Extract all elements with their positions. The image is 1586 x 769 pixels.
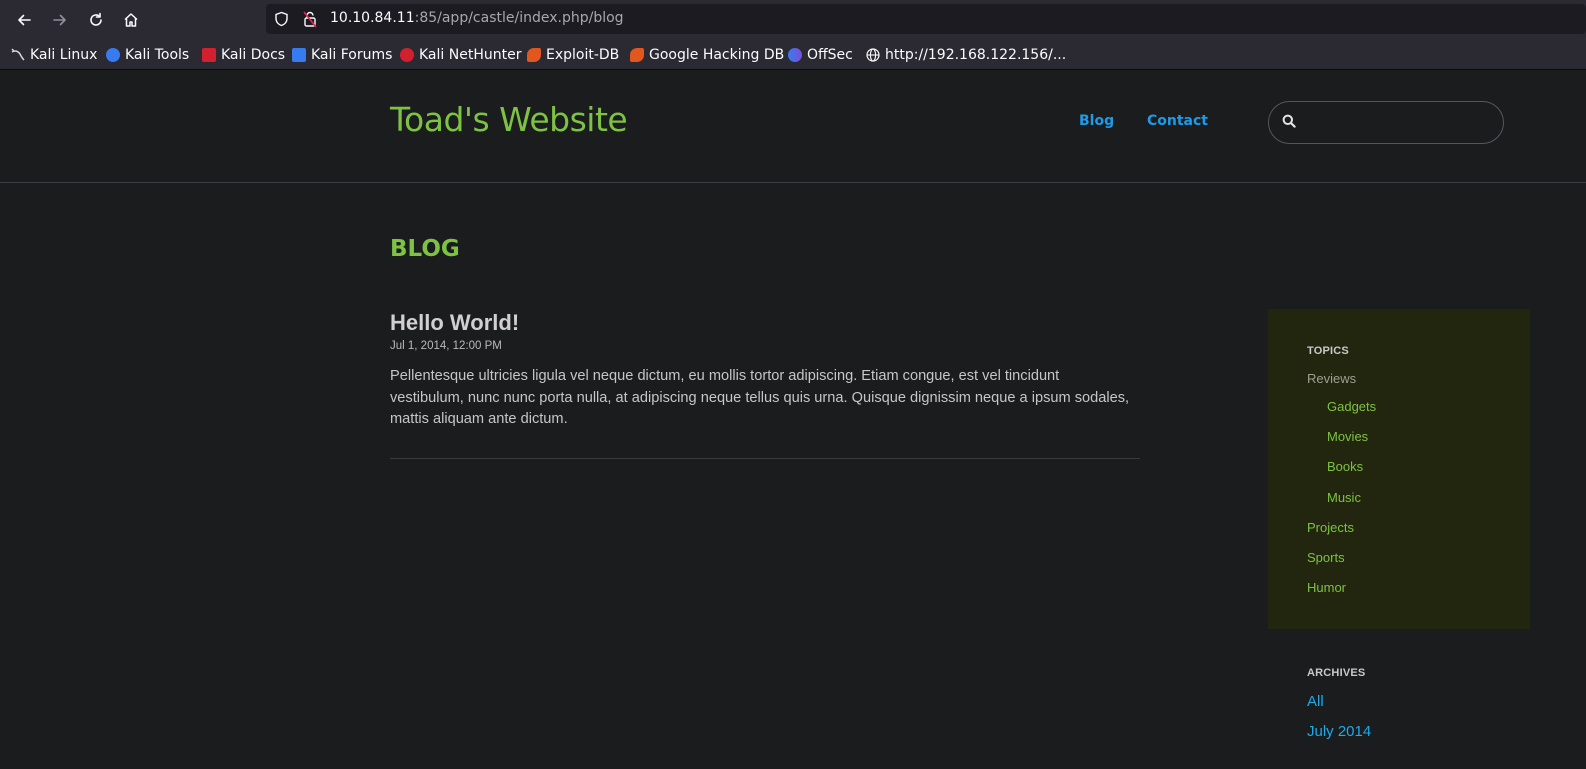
post-body: Pellentesque ultricies ligula vel neque … (390, 368, 1130, 428)
url-path: :85/app/castle/index.php/blog (414, 10, 624, 26)
topic-link-books[interactable]: Books (1327, 459, 1363, 474)
tracking-protection-shield-icon[interactable] (274, 11, 289, 31)
arrow-right-icon (53, 14, 66, 26)
url-host: 10.10.84.11 (330, 10, 415, 26)
exploit-db-icon (527, 48, 541, 62)
nav-contact-link[interactable]: Contact (1147, 113, 1208, 129)
topic-link-humor[interactable]: Humor (1307, 580, 1346, 595)
bookmark-label: Kali Tools (125, 47, 190, 63)
site-title-link[interactable]: Toad's Website (390, 100, 628, 139)
bookmark-exploit-db[interactable]: Exploit-DB (527, 45, 619, 65)
back-button[interactable] (12, 8, 36, 32)
bookmark-label: Google Hacking DB (649, 47, 785, 63)
archives-heading: ARCHIVES (1307, 667, 1366, 679)
topic-link-sports[interactable]: Sports (1307, 550, 1345, 565)
search-box[interactable] (1268, 101, 1504, 144)
bookmark-label: OffSec (807, 47, 853, 63)
bookmark-offsec[interactable]: OffSec (788, 45, 853, 65)
browser-toolbar: 10.10.84.11:85/app/castle/index.php/blog (0, 0, 1586, 39)
bookmark-kali-forums[interactable]: Kali Forums (292, 45, 392, 65)
bookmark-kali-linux[interactable]: Kali Linux (11, 45, 97, 65)
site-header: Toad's Website Blog Contact (0, 70, 1586, 183)
page-heading: BLOG (390, 236, 460, 262)
insecure-lock-icon[interactable] (302, 10, 318, 32)
kali-forums-icon (292, 48, 306, 62)
search-icon[interactable] (1282, 114, 1296, 133)
topic-link-movies[interactable]: Movies (1327, 429, 1368, 444)
bookmark-google-hacking-db[interactable]: Google Hacking DB (630, 45, 784, 65)
globe-icon (866, 48, 880, 62)
bookmarks-bar: Kali Linux Kali Tools Kali Docs Kali For… (0, 39, 1586, 70)
reload-icon (90, 12, 102, 26)
post-date: Jul 1, 2014, 12:00 PM (390, 340, 502, 352)
topic-link-reviews[interactable]: Reviews (1307, 371, 1356, 386)
url-text[interactable]: 10.10.84.11:85/app/castle/index.php/blog (330, 10, 624, 26)
post-title-link[interactable]: Hello World! (390, 310, 519, 336)
kali-dragon-icon (11, 48, 25, 62)
bookmark-label: Kali Forums (311, 47, 393, 63)
bookmark-label: Exploit-DB (546, 47, 620, 63)
home-button[interactable] (119, 8, 143, 32)
nethunter-icon (400, 48, 414, 62)
arrow-left-icon (18, 14, 31, 26)
nav-blog-link[interactable]: Blog (1079, 113, 1114, 129)
topic-link-music[interactable]: Music (1327, 490, 1361, 505)
bookmark-label: http://192.168.122.156/... (885, 47, 1067, 63)
home-icon (124, 13, 138, 27)
topic-link-gadgets[interactable]: Gadgets (1327, 399, 1376, 414)
kali-docs-icon (202, 48, 216, 62)
bookmark-kali-docs[interactable]: Kali Docs (202, 45, 285, 65)
ghdb-icon (630, 48, 644, 62)
archive-link-all[interactable]: All (1307, 693, 1324, 710)
post-divider (390, 458, 1140, 459)
reload-button[interactable] (84, 8, 108, 32)
kali-tools-icon (106, 48, 120, 62)
bookmark-label: Kali Linux (30, 47, 98, 63)
topic-link-projects[interactable]: Projects (1307, 520, 1354, 535)
archive-link-july-2014[interactable]: July 2014 (1307, 723, 1371, 740)
search-input[interactable] (1307, 110, 1492, 135)
topics-heading: TOPICS (1307, 345, 1349, 357)
bookmark-label: Kali NetHunter (419, 47, 522, 63)
bookmark-local-ip[interactable]: http://192.168.122.156/... (866, 45, 1066, 65)
forward-button[interactable] (48, 8, 72, 32)
bookmark-label: Kali Docs (221, 47, 286, 63)
web-page: Toad's Website Blog Contact BLOG Hello W… (0, 70, 1586, 769)
offsec-icon (788, 48, 802, 62)
bookmark-kali-nethunter[interactable]: Kali NetHunter (400, 45, 521, 65)
bookmark-kali-tools[interactable]: Kali Tools (106, 45, 189, 65)
address-bar[interactable]: 10.10.84.11:85/app/castle/index.php/blog (266, 4, 1586, 34)
